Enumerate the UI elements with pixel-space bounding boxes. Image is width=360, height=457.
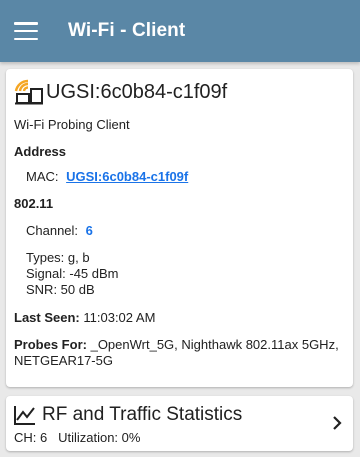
line-chart-icon bbox=[14, 406, 35, 425]
rf-title: RF and Traffic Statistics bbox=[42, 404, 243, 425]
wifi-client-icon bbox=[14, 79, 43, 105]
address-label: Address bbox=[14, 144, 67, 159]
rf-summary: CH: 6 Utilization: 0% bbox=[14, 430, 345, 445]
channel-value: 6 bbox=[85, 223, 93, 238]
app-bar: Wi-Fi - Client bbox=[0, 0, 360, 62]
last-seen-value: 11:03:02 AM bbox=[83, 310, 156, 325]
client-header: UGSI:6c0b84-c1f09f bbox=[14, 77, 345, 107]
rf-utilization: Utilization: 0% bbox=[58, 430, 141, 445]
client-details-card: UGSI:6c0b84-c1f09f Wi-Fi Probing Client … bbox=[6, 69, 353, 387]
chevron-right-icon[interactable] bbox=[331, 414, 343, 432]
probes-label: Probes For: bbox=[14, 337, 87, 352]
client-type: Wi-Fi Probing Client bbox=[14, 117, 130, 132]
last-seen-label: Last Seen: bbox=[14, 310, 80, 325]
mac-link[interactable]: UGSI:6c0b84-c1f09f bbox=[66, 169, 188, 184]
mac-label: MAC: bbox=[26, 169, 59, 184]
types-text: Types: g, b bbox=[26, 250, 90, 265]
section-80211-label: 802.11 bbox=[14, 196, 54, 211]
rf-title-row: RF and Traffic Statistics bbox=[14, 404, 345, 426]
channel-row: Channel: 6 bbox=[26, 223, 345, 238]
signal-text: Signal: -45 dBm bbox=[26, 266, 119, 281]
mac-row: MAC: UGSI:6c0b84-c1f09f bbox=[26, 169, 345, 184]
menu-icon[interactable] bbox=[14, 22, 38, 40]
rf-traffic-card[interactable]: RF and Traffic Statistics CH: 6 Utilizat… bbox=[6, 396, 353, 451]
last-seen-row: Last Seen: 11:03:02 AM bbox=[14, 310, 345, 325]
rf-channel: CH: 6 bbox=[14, 430, 48, 445]
snr-text: SNR: 50 dB bbox=[26, 282, 95, 297]
probes-row: Probes For: _OpenWrt_5G, Nighthawk 802.1… bbox=[14, 337, 345, 369]
channel-label: Channel: bbox=[26, 223, 79, 238]
client-name: UGSI:6c0b84-c1f09f bbox=[46, 80, 228, 103]
page-title: Wi-Fi - Client bbox=[68, 20, 186, 41]
